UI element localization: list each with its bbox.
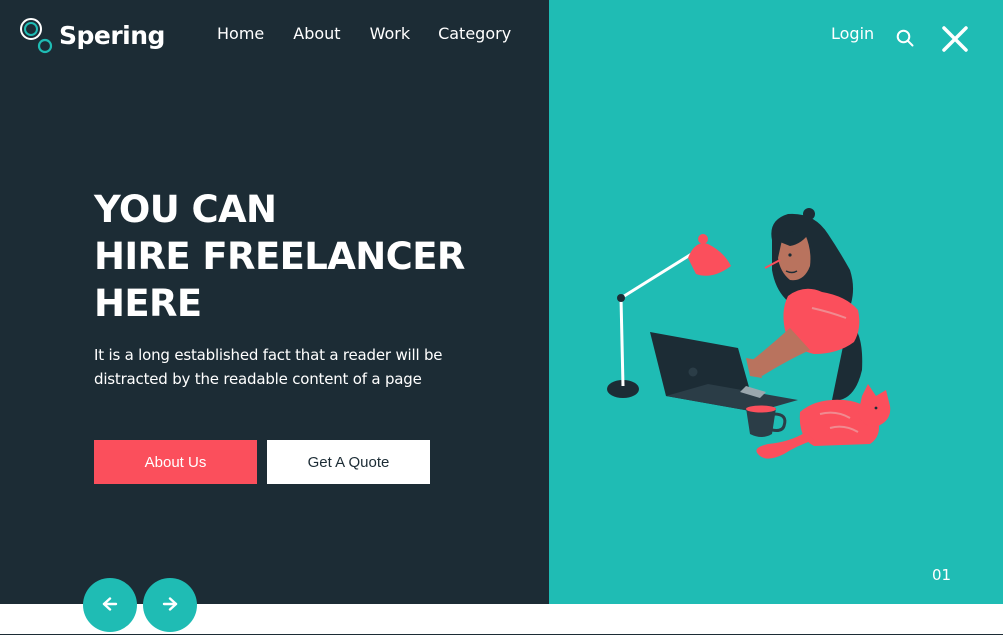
brand-name: Spering: [59, 20, 165, 50]
nav-item-category[interactable]: Category: [438, 24, 511, 43]
arrow-left-icon: [102, 596, 118, 615]
slide-counter: 01: [932, 566, 952, 584]
nav-item-home[interactable]: Home: [217, 24, 264, 43]
about-us-button[interactable]: About Us: [94, 440, 257, 484]
nav-item-about[interactable]: About: [293, 24, 340, 43]
freelancer-illustration: [607, 208, 891, 459]
page: Spering Home About Work Category Login Y…: [0, 0, 1003, 635]
hero-headline-line-2: HIRE FREELANCER: [94, 235, 465, 278]
main-nav: Home About Work Category: [217, 24, 511, 43]
hero-subtext-line-2: distracted by the readable content of a …: [94, 370, 422, 388]
hero-headline-line-3: HERE: [94, 282, 202, 325]
slider-prev-button[interactable]: [83, 578, 137, 632]
nav-item-work[interactable]: Work: [370, 24, 411, 43]
arrow-right-icon: [162, 596, 178, 615]
hero-subtext: It is a long established fact that a rea…: [94, 343, 494, 391]
brand-logo[interactable]: Spering: [18, 16, 165, 54]
hero-headline: YOU CAN HIRE FREELANCER HERE: [94, 186, 465, 327]
logo-circles-icon: [18, 16, 56, 54]
slider-next-button[interactable]: [143, 578, 197, 632]
close-icon[interactable]: [941, 25, 969, 53]
login-link[interactable]: Login: [831, 24, 874, 43]
get-a-quote-button[interactable]: Get A Quote: [267, 440, 430, 484]
hero-subtext-line-1: It is a long established fact that a rea…: [94, 346, 443, 364]
search-icon[interactable]: [896, 29, 914, 47]
hero-headline-line-1: YOU CAN: [94, 188, 277, 231]
